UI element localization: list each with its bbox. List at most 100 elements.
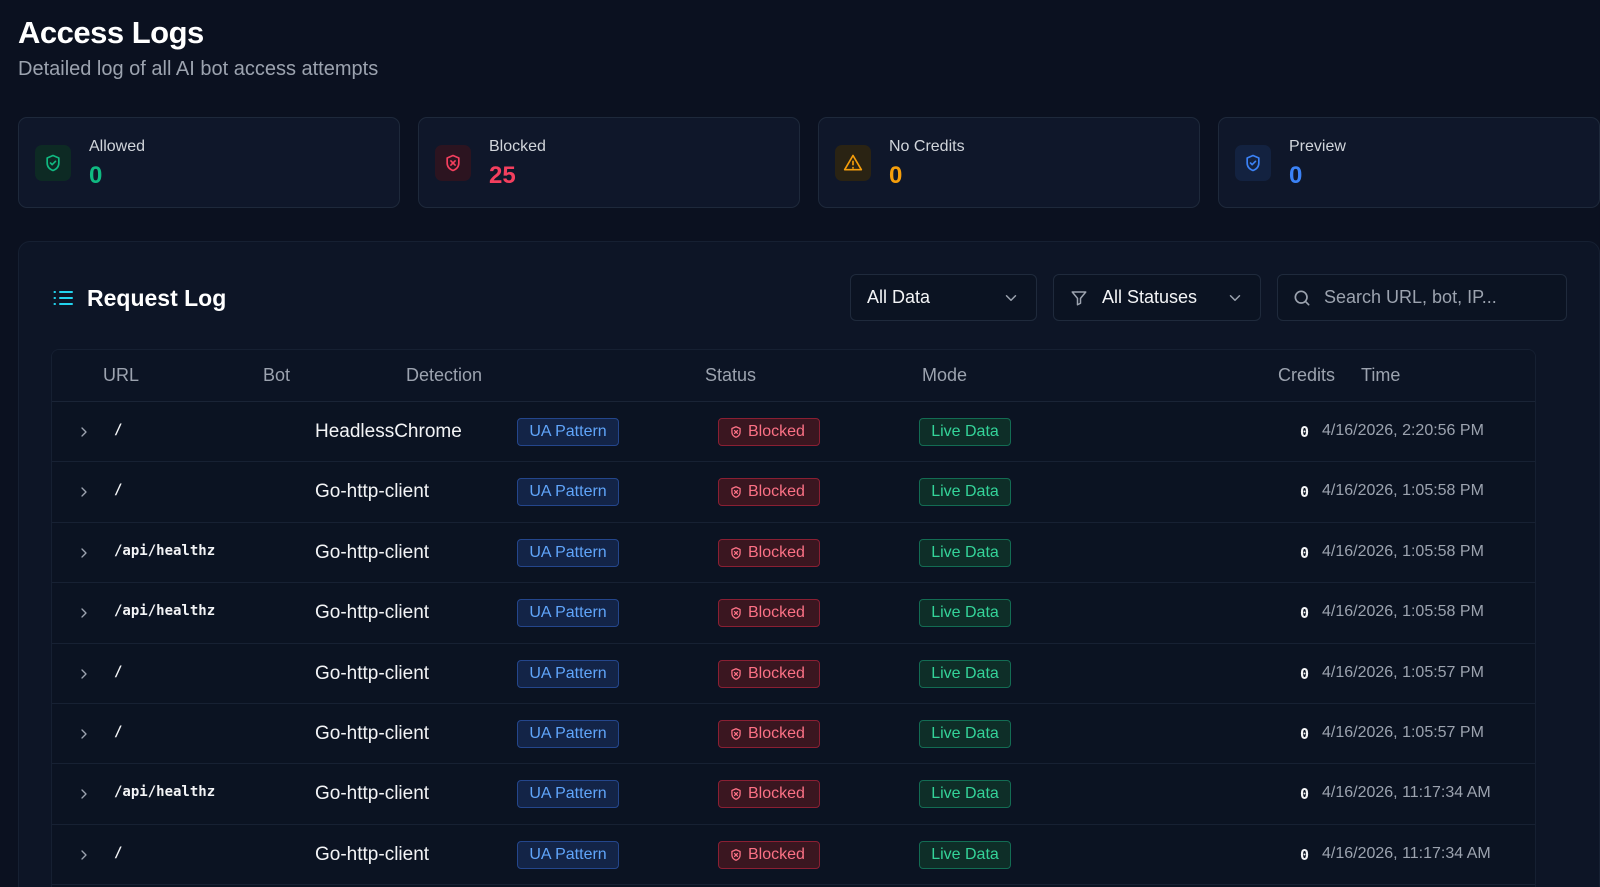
- cell-url: /api/healthz: [114, 542, 216, 559]
- chevron-right-icon[interactable]: [76, 847, 92, 863]
- stat-card-no-credits: No Credits 0: [818, 117, 1200, 208]
- filter-icon: [1071, 290, 1087, 305]
- stat-card-blocked: Blocked 25: [418, 117, 800, 208]
- column-header-status[interactable]: Status: [705, 365, 756, 386]
- cell-bot: Go-http-client: [315, 481, 430, 503]
- table-body: / HeadlessChrome UA Pattern Blocked Live…: [52, 402, 1535, 886]
- status-badge: Blocked: [718, 418, 820, 446]
- table-row[interactable]: / Go-http-client UA Pattern Blocked Live…: [52, 644, 1535, 704]
- status-badge-label: Blocked: [748, 423, 805, 440]
- status-badge-label: Blocked: [748, 543, 805, 561]
- detection-badge: UA Pattern: [517, 719, 619, 748]
- table-row[interactable]: /api/healthz Go-http-client UA Pattern B…: [52, 764, 1535, 825]
- cell-url: /: [114, 663, 123, 680]
- shield-check-icon: [1235, 144, 1271, 181]
- status-filter-select[interactable]: All Statuses: [1053, 274, 1261, 321]
- data-filter-label: All Data: [867, 287, 931, 307]
- column-header-mode[interactable]: Mode: [922, 365, 967, 386]
- cell-bot: Go-http-client: [315, 783, 430, 805]
- cell-credits: 0: [1300, 785, 1310, 804]
- cell-url: /: [114, 482, 123, 499]
- cell-credits: 0: [1300, 724, 1310, 743]
- cell-time: 4/16/2026, 1:05:58 PM: [1322, 542, 1484, 560]
- stats-row: Allowed 0 Blocked 25 No Credits 0 Previe…: [18, 117, 1600, 208]
- mode-badge: Live Data: [919, 719, 1011, 748]
- cell-time: 4/16/2026, 1:05:58 PM: [1322, 603, 1484, 621]
- shield-x-icon: [731, 848, 741, 861]
- cell-url: /api/healthz: [114, 603, 216, 620]
- mode-badge: Live Data: [919, 659, 1011, 688]
- chevron-right-icon[interactable]: [76, 786, 92, 802]
- data-filter-select[interactable]: All Data: [850, 274, 1037, 321]
- stat-label: Allowed: [89, 137, 146, 155]
- status-badge-label: Blocked: [748, 724, 805, 742]
- status-badge: Blocked: [718, 719, 820, 748]
- mode-badge: Live Data: [919, 599, 1011, 628]
- chevron-right-icon[interactable]: [76, 666, 92, 682]
- chevron-right-icon[interactable]: [76, 484, 92, 500]
- mode-badge: Live Data: [919, 478, 1011, 507]
- search-icon: [1294, 290, 1310, 305]
- search-box: [1277, 274, 1567, 321]
- shield-x-icon: [731, 486, 741, 499]
- request-log-table: URL Bot Detection Status Mode Credits Ti…: [51, 349, 1536, 887]
- detection-badge: UA Pattern: [517, 478, 619, 507]
- chevron-right-icon[interactable]: [76, 605, 92, 621]
- detection-badge: UA Pattern: [517, 659, 619, 688]
- cell-bot: Go-http-client: [315, 662, 430, 684]
- shield-x-icon: [731, 607, 741, 620]
- cell-bot: Go-http-client: [315, 722, 430, 744]
- table-row[interactable]: /api/healthz Go-http-client UA Pattern B…: [52, 583, 1535, 644]
- column-header-bot[interactable]: Bot: [263, 365, 290, 386]
- status-badge-label: Blocked: [748, 604, 805, 622]
- detection-badge: UA Pattern: [517, 418, 619, 446]
- chevron-right-icon[interactable]: [76, 545, 92, 561]
- panel-title: Request Log: [87, 284, 227, 311]
- stat-value: 25: [489, 161, 516, 189]
- chevron-right-icon[interactable]: [76, 726, 92, 742]
- table-row[interactable]: / HeadlessChrome UA Pattern Blocked Live…: [52, 402, 1535, 463]
- chevron-right-icon[interactable]: [76, 424, 92, 440]
- status-badge-label: Blocked: [748, 845, 805, 863]
- cell-time: 4/16/2026, 1:05:57 PM: [1322, 663, 1484, 681]
- access-logs-page: Access Logs Detailed log of all AI bot a…: [0, 0, 1600, 887]
- table-row[interactable]: /api/healthz Go-http-client UA Pattern B…: [52, 523, 1535, 584]
- stat-card-preview: Preview 0: [1218, 117, 1600, 208]
- cell-credits: 0: [1300, 543, 1310, 562]
- table-row[interactable]: / Go-http-client UA Pattern Blocked Live…: [52, 704, 1535, 765]
- shield-check-icon: [35, 144, 71, 181]
- column-header-url[interactable]: URL: [103, 365, 139, 386]
- list-icon: [53, 291, 73, 305]
- cell-url: /: [114, 723, 123, 740]
- mode-badge: Live Data: [919, 840, 1011, 869]
- column-header-credits[interactable]: Credits: [1278, 365, 1335, 386]
- mode-badge: Live Data: [919, 538, 1011, 567]
- status-badge-label: Blocked: [748, 483, 805, 501]
- detection-badge: UA Pattern: [517, 840, 619, 869]
- chevron-down-icon: [1229, 294, 1241, 301]
- search-input[interactable]: [1324, 287, 1556, 308]
- stat-label: Preview: [1289, 137, 1346, 155]
- table-row[interactable]: / Go-http-client UA Pattern Blocked Live…: [52, 825, 1535, 886]
- stat-value: 0: [1289, 161, 1303, 189]
- status-badge-label: Blocked: [748, 664, 805, 682]
- shield-x-icon: [731, 728, 741, 740]
- column-header-time[interactable]: Time: [1361, 365, 1400, 386]
- shield-x-icon: [731, 426, 741, 438]
- cell-time: 4/16/2026, 11:17:34 AM: [1322, 784, 1491, 802]
- stat-label: No Credits: [889, 137, 965, 155]
- stat-card-allowed: Allowed 0: [18, 117, 400, 208]
- stat-value: 0: [889, 161, 903, 189]
- cell-credits: 0: [1300, 664, 1310, 683]
- table-row[interactable]: / Go-http-client UA Pattern Blocked Live…: [52, 462, 1535, 523]
- cell-credits: 0: [1300, 604, 1310, 623]
- cell-credits: 0: [1300, 483, 1310, 502]
- mode-badge: Live Data: [919, 780, 1011, 809]
- table-header: URL Bot Detection Status Mode Credits Ti…: [52, 350, 1535, 402]
- cell-credits: 0: [1300, 845, 1310, 864]
- chevron-down-icon: [1005, 294, 1017, 301]
- mode-badge: Live Data: [919, 418, 1011, 446]
- shield-x-icon: [731, 546, 741, 559]
- cell-time: 4/16/2026, 1:05:58 PM: [1322, 482, 1484, 500]
- column-header-detection[interactable]: Detection: [406, 365, 482, 386]
